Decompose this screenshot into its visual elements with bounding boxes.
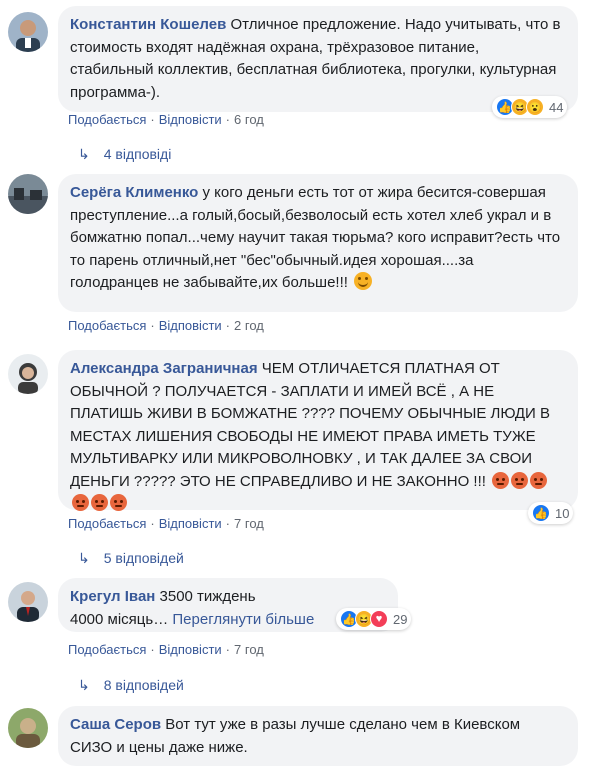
reply-arrow-icon: ↳ [78,550,90,566]
separator-dot: · [150,112,155,127]
like-link[interactable]: Подобається [68,318,146,333]
comment-time[interactable]: 7 год [234,516,264,531]
comment-time[interactable]: 7 год [234,642,264,657]
avatar-image [8,354,48,394]
avatar-image [8,12,48,52]
avatar-image [8,174,48,214]
comment-author[interactable]: Саша Серов [70,716,161,733]
comment-actions: Подобається · Відповісти · 7 год [68,642,264,657]
comment-author[interactable]: Серёга Клименко [70,184,198,201]
comment-time[interactable]: 2 год [234,318,264,333]
reply-link[interactable]: Відповісти [159,318,222,333]
reply-link[interactable]: Відповісти [159,516,222,531]
reply-arrow-icon: ↳ [78,146,90,162]
separator-dot: · [225,642,231,657]
comment-author[interactable]: Крегул Іван [70,588,155,605]
replies-count-label[interactable]: 4 відповіді [104,146,172,162]
reply-arrow-icon: ↳ [78,677,90,693]
like-link[interactable]: Подобається [68,642,146,657]
wow-reaction-icon: 😮 [526,98,544,116]
avatar[interactable] [8,582,48,622]
reactions-summary[interactable]: 👍 😆 😮 44 [492,96,568,118]
comment-actions: Подобається · Відповісти · 2 год [68,318,264,333]
separator-dot: · [150,516,155,531]
comment-bubble: Серёга Клименко у кого деньги есть тот о… [58,174,578,312]
reactions-summary[interactable]: 👍 10 [528,502,574,524]
like-link[interactable]: Подобається [68,112,146,127]
avatar[interactable] [8,12,48,52]
view-replies-link[interactable]: ↳ 8 відповідей [78,677,184,694]
separator-dot: · [225,318,231,333]
angry-emoji-icon [72,494,89,511]
avatar[interactable] [8,174,48,214]
love-reaction-icon: ♥ [370,610,388,628]
comment-bubble: Саша Серов Вот тут уже в разы лучше сдел… [58,706,578,766]
separator-dot: · [225,112,231,127]
angry-emoji-icon [511,471,529,489]
like-link[interactable]: Подобається [68,516,146,531]
comment-text: ЧЕМ ОТЛИЧАЕТСЯ ПЛАТНАЯ ОТ ОБЫЧНОЙ ? ПОЛУ… [70,360,550,490]
separator-dot: · [225,516,231,531]
separator-dot: · [150,318,155,333]
view-replies-link[interactable]: ↳ 4 відповіді [78,146,171,163]
like-reaction-icon: 👍 [532,504,550,522]
comment-author[interactable]: Александра Заграничная [70,360,258,377]
separator-dot: · [150,642,155,657]
reply-link[interactable]: Відповісти [159,642,222,657]
comment-bubble: Александра Заграничная ЧЕМ ОТЛИЧАЕТСЯ ПЛ… [58,350,578,511]
reactions-count: 44 [549,99,564,115]
avatar[interactable] [8,354,48,394]
comment-time[interactable]: 6 год [234,112,264,127]
avatar[interactable] [8,708,48,748]
comment-actions: Подобається · Відповісти · 7 год [68,516,264,531]
comment-author[interactable]: Константин Кошелев [70,16,226,33]
smile-emoji-icon [354,272,373,290]
avatar-image [8,708,48,748]
reply-link[interactable]: Відповісти [159,112,222,127]
angry-emoji-icon [492,471,510,489]
comment-text: 4000 місяць… [70,610,169,628]
comment-text: 3500 тиждень [159,588,256,605]
view-replies-link[interactable]: ↳ 5 відповідей [78,550,184,567]
comment-actions: Подобається · Відповісти · 6 год [68,112,264,127]
reactions-count: 10 [555,505,570,521]
replies-count-label[interactable]: 5 відповідей [104,550,184,566]
angry-emoji-icon [91,494,108,511]
replies-count-label[interactable]: 8 відповідей [104,677,184,693]
angry-emoji-icon [110,494,127,511]
reactions-summary[interactable]: 👍 😆 ♥ 29 [336,608,412,630]
avatar-image [8,582,48,622]
see-more-link[interactable]: Переглянути більше [172,611,314,628]
reactions-count: 29 [393,611,408,627]
angry-emoji-icon [530,471,548,489]
